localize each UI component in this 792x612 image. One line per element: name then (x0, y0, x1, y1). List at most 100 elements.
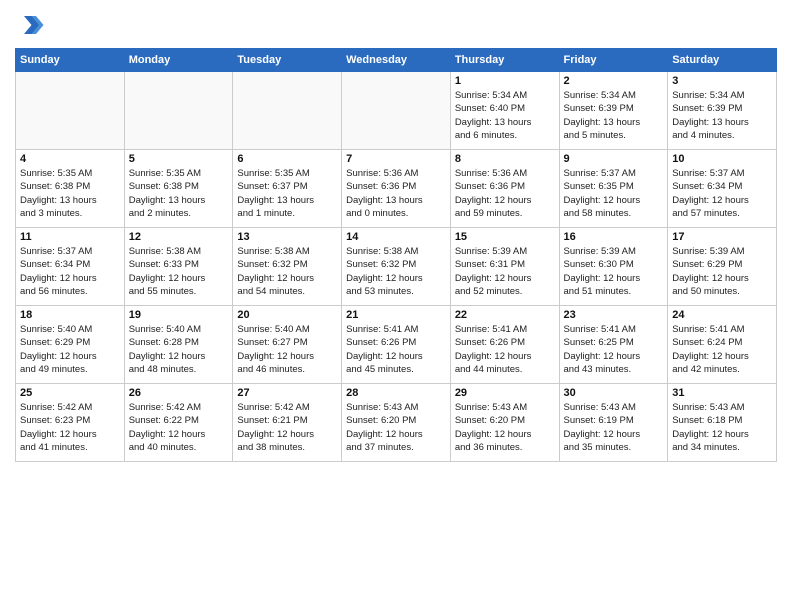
day-number: 28 (346, 387, 446, 399)
calendar-cell: 12 Sunrise: 5:38 AM Sunset: 6:33 PM Dayli… (124, 228, 233, 306)
day-number: 27 (237, 387, 337, 399)
day-info: Sunrise: 5:36 AM Sunset: 6:36 PM Dayligh… (346, 167, 446, 220)
weekday-friday: Friday (559, 49, 668, 72)
day-info: Sunrise: 5:34 AM Sunset: 6:39 PM Dayligh… (564, 89, 664, 142)
calendar-cell: 22Sunrise: 5:41 AM Sunset: 6:26 PM Dayli… (450, 306, 559, 384)
day-number: 13 (237, 231, 337, 243)
day-info: Sunrise: 5:43 AM Sunset: 6:19 PM Dayligh… (564, 401, 664, 454)
day-number: 10 (672, 153, 772, 165)
day-info: Sunrise: 5:37 AM Sunset: 6:35 PM Dayligh… (564, 167, 664, 220)
week-row-3: 11 Sunrise: 5:37 AM Sunset: 6:34 PM Dayli… (16, 228, 777, 306)
day-info: Sunrise: 5:34 AM Sunset: 6:40 PM Dayligh… (455, 89, 555, 142)
day-info: Sunrise: 5:43 AM Sunset: 6:20 PM Dayligh… (455, 401, 555, 454)
calendar-cell (342, 72, 451, 150)
calendar-cell: 13 Sunrise: 5:38 AM Sunset: 6:32 PM Dayli… (233, 228, 342, 306)
weekday-tuesday: Tuesday (233, 49, 342, 72)
day-number: 19 (129, 309, 229, 321)
day-number: 6 (237, 153, 337, 165)
calendar-cell: 19 Sunrise: 5:40 AM Sunset: 6:28 PM Dayli… (124, 306, 233, 384)
calendar-cell: 5Sunrise: 5:35 AM Sunset: 6:38 PM Daylig… (124, 150, 233, 228)
day-number: 2 (564, 75, 664, 87)
day-info: Sunrise: 5:38 AM Sunset: 6:33 PM Dayligh… (129, 245, 229, 298)
calendar-cell: 21Sunrise: 5:41 AM Sunset: 6:26 PM Dayli… (342, 306, 451, 384)
day-number: 17 (672, 231, 772, 243)
weekday-sunday: Sunday (16, 49, 125, 72)
week-row-4: 18 Sunrise: 5:40 AM Sunset: 6:29 PM Dayli… (16, 306, 777, 384)
calendar: SundayMondayTuesdayWednesdayThursdayFrid… (15, 48, 777, 462)
logo-icon (15, 10, 45, 40)
calendar-cell: 27 Sunrise: 5:42 AM Sunset: 6:21 PM Dayli… (233, 384, 342, 462)
day-number: 12 (129, 231, 229, 243)
week-row-1: 1Sunrise: 5:34 AM Sunset: 6:40 PM Daylig… (16, 72, 777, 150)
day-number: 15 (455, 231, 555, 243)
day-number: 14 (346, 231, 446, 243)
day-info: Sunrise: 5:36 AM Sunset: 6:36 PM Dayligh… (455, 167, 555, 220)
day-info: Sunrise: 5:39 AM Sunset: 6:29 PM Dayligh… (672, 245, 772, 298)
week-row-2: 4Sunrise: 5:35 AM Sunset: 6:38 PM Daylig… (16, 150, 777, 228)
calendar-cell: 17 Sunrise: 5:39 AM Sunset: 6:29 PM Dayli… (668, 228, 777, 306)
day-info: Sunrise: 5:38 AM Sunset: 6:32 PM Dayligh… (346, 245, 446, 298)
day-number: 24 (672, 309, 772, 321)
day-info: Sunrise: 5:37 AM Sunset: 6:34 PM Dayligh… (20, 245, 120, 298)
logo (15, 10, 49, 40)
day-info: Sunrise: 5:39 AM Sunset: 6:31 PM Dayligh… (455, 245, 555, 298)
calendar-cell: 9Sunrise: 5:37 AM Sunset: 6:35 PM Daylig… (559, 150, 668, 228)
weekday-wednesday: Wednesday (342, 49, 451, 72)
day-number: 3 (672, 75, 772, 87)
page: SundayMondayTuesdayWednesdayThursdayFrid… (0, 0, 792, 612)
calendar-cell: 6 Sunrise: 5:35 AM Sunset: 6:37 PM Daylig… (233, 150, 342, 228)
day-number: 30 (564, 387, 664, 399)
calendar-cell: 15 Sunrise: 5:39 AM Sunset: 6:31 PM Dayli… (450, 228, 559, 306)
day-info: Sunrise: 5:41 AM Sunset: 6:26 PM Dayligh… (346, 323, 446, 376)
day-info: Sunrise: 5:38 AM Sunset: 6:32 PM Dayligh… (237, 245, 337, 298)
day-info: Sunrise: 5:43 AM Sunset: 6:20 PM Dayligh… (346, 401, 446, 454)
calendar-cell: 29 Sunrise: 5:43 AM Sunset: 6:20 PM Dayli… (450, 384, 559, 462)
day-info: Sunrise: 5:43 AM Sunset: 6:18 PM Dayligh… (672, 401, 772, 454)
day-info: Sunrise: 5:37 AM Sunset: 6:34 PM Dayligh… (672, 167, 772, 220)
calendar-cell: 8 Sunrise: 5:36 AM Sunset: 6:36 PM Daylig… (450, 150, 559, 228)
weekday-monday: Monday (124, 49, 233, 72)
calendar-cell: 30 Sunrise: 5:43 AM Sunset: 6:19 PM Dayli… (559, 384, 668, 462)
calendar-cell: 14 Sunrise: 5:38 AM Sunset: 6:32 PM Dayli… (342, 228, 451, 306)
calendar-cell: 25Sunrise: 5:42 AM Sunset: 6:23 PM Dayli… (16, 384, 125, 462)
day-info: Sunrise: 5:39 AM Sunset: 6:30 PM Dayligh… (564, 245, 664, 298)
calendar-cell: 7 Sunrise: 5:36 AM Sunset: 6:36 PM Daylig… (342, 150, 451, 228)
calendar-cell: 26 Sunrise: 5:42 AM Sunset: 6:22 PM Dayli… (124, 384, 233, 462)
day-info: Sunrise: 5:41 AM Sunset: 6:24 PM Dayligh… (672, 323, 772, 376)
day-number: 20 (237, 309, 337, 321)
day-number: 8 (455, 153, 555, 165)
weekday-header-row: SundayMondayTuesdayWednesdayThursdayFrid… (16, 49, 777, 72)
calendar-cell: 11 Sunrise: 5:37 AM Sunset: 6:34 PM Dayli… (16, 228, 125, 306)
day-number: 18 (20, 309, 120, 321)
day-info: Sunrise: 5:35 AM Sunset: 6:38 PM Dayligh… (20, 167, 120, 220)
calendar-cell: 4Sunrise: 5:35 AM Sunset: 6:38 PM Daylig… (16, 150, 125, 228)
day-number: 7 (346, 153, 446, 165)
calendar-cell: 28 Sunrise: 5:43 AM Sunset: 6:20 PM Dayli… (342, 384, 451, 462)
day-number: 29 (455, 387, 555, 399)
day-info: Sunrise: 5:42 AM Sunset: 6:22 PM Dayligh… (129, 401, 229, 454)
header (15, 10, 777, 40)
calendar-cell: 2 Sunrise: 5:34 AM Sunset: 6:39 PM Daylig… (559, 72, 668, 150)
calendar-cell: 3Sunrise: 5:34 AM Sunset: 6:39 PM Daylig… (668, 72, 777, 150)
day-info: Sunrise: 5:40 AM Sunset: 6:29 PM Dayligh… (20, 323, 120, 376)
calendar-cell: 1Sunrise: 5:34 AM Sunset: 6:40 PM Daylig… (450, 72, 559, 150)
calendar-cell: 20 Sunrise: 5:40 AM Sunset: 6:27 PM Dayli… (233, 306, 342, 384)
calendar-cell: 24 Sunrise: 5:41 AM Sunset: 6:24 PM Dayli… (668, 306, 777, 384)
calendar-cell: 16 Sunrise: 5:39 AM Sunset: 6:30 PM Dayli… (559, 228, 668, 306)
day-info: Sunrise: 5:42 AM Sunset: 6:21 PM Dayligh… (237, 401, 337, 454)
day-number: 16 (564, 231, 664, 243)
day-number: 26 (129, 387, 229, 399)
day-number: 25 (20, 387, 120, 399)
day-info: Sunrise: 5:35 AM Sunset: 6:38 PM Dayligh… (129, 167, 229, 220)
day-info: Sunrise: 5:40 AM Sunset: 6:27 PM Dayligh… (237, 323, 337, 376)
day-info: Sunrise: 5:41 AM Sunset: 6:25 PM Dayligh… (564, 323, 664, 376)
day-number: 31 (672, 387, 772, 399)
day-info: Sunrise: 5:35 AM Sunset: 6:37 PM Dayligh… (237, 167, 337, 220)
calendar-cell: 18 Sunrise: 5:40 AM Sunset: 6:29 PM Dayli… (16, 306, 125, 384)
day-number: 11 (20, 231, 120, 243)
day-number: 23 (564, 309, 664, 321)
calendar-cell: 10 Sunrise: 5:37 AM Sunset: 6:34 PM Dayli… (668, 150, 777, 228)
day-info: Sunrise: 5:41 AM Sunset: 6:26 PM Dayligh… (455, 323, 555, 376)
week-row-5: 25Sunrise: 5:42 AM Sunset: 6:23 PM Dayli… (16, 384, 777, 462)
day-info: Sunrise: 5:40 AM Sunset: 6:28 PM Dayligh… (129, 323, 229, 376)
